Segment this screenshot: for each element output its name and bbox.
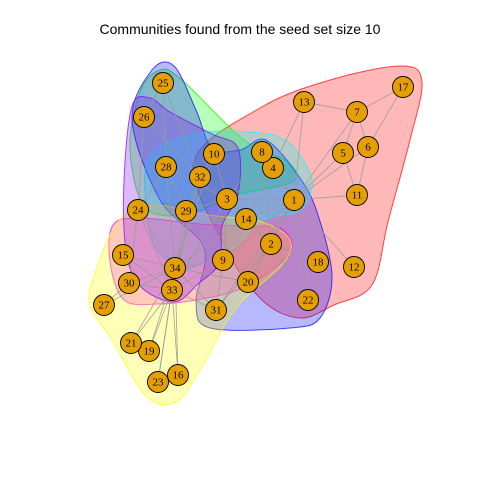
node-label: 18 — [313, 257, 325, 269]
node-13: 13 — [293, 91, 315, 113]
node-1: 1 — [283, 189, 305, 211]
node-label: 30 — [124, 278, 136, 290]
node-3: 3 — [216, 188, 238, 210]
node-label: 20 — [243, 277, 255, 289]
node-label: 22 — [303, 295, 314, 307]
node-6: 6 — [357, 136, 379, 158]
node-label: 5 — [340, 148, 346, 160]
node-32: 32 — [189, 166, 211, 188]
node-label: 15 — [118, 250, 130, 262]
node-label: 9 — [220, 255, 226, 267]
node-label: 12 — [349, 262, 360, 274]
node-22: 22 — [297, 289, 319, 311]
node-28: 28 — [155, 156, 177, 178]
node-20: 20 — [237, 271, 259, 293]
node-label: 29 — [181, 206, 193, 218]
node-label: 17 — [398, 82, 410, 94]
node-label: 2 — [268, 239, 274, 251]
node-label: 32 — [195, 172, 206, 184]
node-34: 34 — [164, 257, 186, 279]
node-label: 6 — [365, 142, 371, 154]
node-label: 27 — [99, 300, 111, 312]
node-label: 19 — [144, 346, 156, 358]
node-18: 18 — [307, 251, 329, 273]
node-label: 11 — [352, 190, 363, 202]
node-30: 30 — [118, 272, 140, 294]
node-label: 33 — [167, 285, 179, 297]
node-label: 10 — [209, 149, 221, 161]
node-label: 13 — [299, 97, 311, 109]
node-10: 10 — [203, 143, 225, 165]
node-label: 4 — [270, 163, 276, 175]
node-29: 29 — [175, 200, 197, 222]
node-17: 17 — [392, 76, 414, 98]
node-label: 16 — [173, 370, 185, 382]
node-label: 28 — [161, 162, 173, 174]
node-8: 8 — [251, 141, 273, 163]
node-15: 15 — [112, 244, 134, 266]
node-11: 11 — [346, 184, 368, 206]
node-27: 27 — [93, 294, 115, 316]
node-7: 7 — [346, 101, 368, 123]
node-label: 1 — [291, 195, 297, 207]
node-23: 23 — [147, 371, 169, 393]
node-label: 26 — [139, 112, 151, 124]
node-label: 21 — [126, 338, 137, 350]
community-graph: 12345 67891011121314151617181920212223242… — [88, 61, 423, 406]
node-25: 25 — [152, 72, 174, 94]
node-16: 16 — [167, 364, 189, 386]
node-label: 23 — [153, 377, 165, 389]
node-label: 24 — [133, 205, 145, 217]
node-label: 8 — [259, 147, 265, 159]
node-24: 24 — [127, 199, 149, 221]
node-26: 26 — [133, 106, 155, 128]
node-label: 34 — [170, 263, 182, 275]
node-label: 14 — [241, 214, 253, 226]
node-5: 5 — [332, 142, 354, 164]
node-21: 21 — [120, 332, 142, 354]
node-14: 14 — [235, 208, 257, 230]
node-9: 9 — [212, 249, 234, 271]
node-2: 2 — [260, 233, 282, 255]
node-label: 7 — [354, 107, 360, 119]
node-label: 25 — [158, 78, 170, 90]
node-12: 12 — [343, 256, 365, 278]
node-31: 31 — [205, 299, 227, 321]
node-33: 33 — [161, 279, 183, 301]
node-label: 3 — [224, 194, 230, 206]
node-label: 31 — [211, 305, 222, 317]
